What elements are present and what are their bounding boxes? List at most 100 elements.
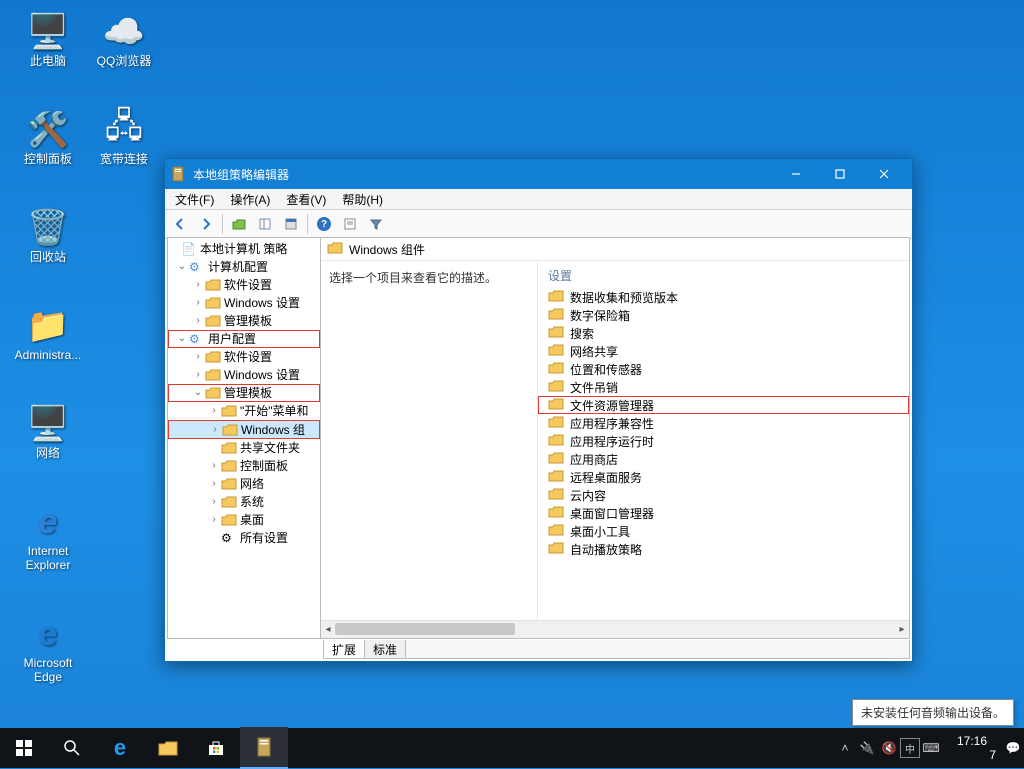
- folder-icon: [548, 470, 564, 484]
- back-button[interactable]: [168, 212, 192, 236]
- tray-ime-icon[interactable]: 中: [900, 738, 920, 758]
- list-item[interactable]: 云内容: [538, 486, 909, 504]
- tree-computer-config[interactable]: ⌄⚙计算机配置: [168, 258, 320, 276]
- list-item[interactable]: 应用商店: [538, 450, 909, 468]
- chevron-right-icon[interactable]: ›: [209, 421, 221, 439]
- settings-list[interactable]: 设置 数据收集和预览版本数字保险箱搜索网络共享位置和传感器文件吊销文件资源管理器…: [538, 261, 909, 620]
- menu-file[interactable]: 文件(F): [167, 189, 222, 209]
- list-item[interactable]: 文件资源管理器: [538, 396, 909, 414]
- chevron-right-icon[interactable]: ›: [208, 457, 220, 475]
- tree-system[interactable]: ›系统: [168, 493, 320, 511]
- column-header-settings[interactable]: 设置: [538, 265, 909, 288]
- tab-extended[interactable]: 扩展: [324, 640, 365, 658]
- label: 此电脑: [12, 54, 84, 68]
- list-item[interactable]: 桌面小工具: [538, 522, 909, 540]
- chevron-right-icon[interactable]: ›: [208, 402, 220, 420]
- tree-shared-folders[interactable]: 共享文件夹: [168, 439, 320, 457]
- tray-notifications-icon[interactable]: 💬: [1002, 728, 1024, 768]
- tree-cc-windows[interactable]: ›Windows 设置: [168, 294, 320, 312]
- tree-control-panel[interactable]: ›控制面板: [168, 457, 320, 475]
- tray-clock[interactable]: 17:16 7: [942, 734, 1002, 762]
- desktop-icon-broadband[interactable]: 🖧 宽带连接: [88, 106, 160, 166]
- tree-root[interactable]: 📄本地计算机 策略: [168, 240, 320, 258]
- tree-uc-windows[interactable]: ›Windows 设置: [168, 366, 320, 384]
- chevron-down-icon[interactable]: ⌄: [192, 384, 204, 402]
- tree-cc-admin[interactable]: ›管理模板: [168, 312, 320, 330]
- tray-chevron-up-icon[interactable]: ˄: [834, 728, 856, 768]
- filter-list-button[interactable]: [338, 212, 362, 236]
- list-item[interactable]: 桌面窗口管理器: [538, 504, 909, 522]
- taskbar-edge[interactable]: e: [96, 728, 144, 768]
- tree-all-settings[interactable]: ⚙所有设置: [168, 529, 320, 547]
- chevron-right-icon[interactable]: ›: [192, 276, 204, 294]
- list-item[interactable]: 应用程序兼容性: [538, 414, 909, 432]
- tray-volume-muted-icon[interactable]: 🔇: [878, 728, 900, 768]
- show-hide-tree-button[interactable]: [253, 212, 277, 236]
- desktop-icon-control-panel[interactable]: 🛠️ 控制面板: [12, 106, 84, 166]
- tab-standard[interactable]: 标准: [365, 640, 406, 658]
- desktop[interactable]: 🖥️ 此电脑 ☁️ QQ浏览器 🛠️ 控制面板 🖧 宽带连接 🗑️ 回收站 📁 …: [0, 0, 1024, 768]
- menu-view[interactable]: 查看(V): [278, 189, 334, 209]
- list-item[interactable]: 网络共享: [538, 342, 909, 360]
- desktop-icon-administrator[interactable]: 📁 Administra...: [12, 302, 84, 362]
- desktop-icon-network[interactable]: 🖥️ 网络: [12, 400, 84, 460]
- chevron-right-icon[interactable]: ›: [192, 312, 204, 330]
- list-item[interactable]: 远程桌面服务: [538, 468, 909, 486]
- folder-icon: [548, 434, 564, 448]
- desktop-icon-ie[interactable]: e Internet Explorer: [12, 498, 84, 572]
- properties-button[interactable]: [279, 212, 303, 236]
- chevron-right-icon[interactable]: ›: [208, 475, 220, 493]
- list-item[interactable]: 数字保险箱: [538, 306, 909, 324]
- taskbar-store[interactable]: [192, 728, 240, 768]
- desktop-icon-this-pc[interactable]: 🖥️ 此电脑: [12, 8, 84, 68]
- chevron-right-icon[interactable]: ›: [192, 348, 204, 366]
- tree-cc-software[interactable]: ›软件设置: [168, 276, 320, 294]
- chevron-right-icon[interactable]: ›: [192, 366, 204, 384]
- taskbar-gpedit[interactable]: [240, 727, 288, 769]
- list-item[interactable]: 位置和传感器: [538, 360, 909, 378]
- filter-button[interactable]: [364, 212, 388, 236]
- tree-windows-components[interactable]: ›Windows 组: [168, 420, 320, 439]
- menu-help[interactable]: 帮助(H): [334, 189, 391, 209]
- list-item[interactable]: 自动播放策略: [538, 540, 909, 558]
- scroll-left-arrow[interactable]: ◂: [321, 621, 335, 637]
- tree-start-menu[interactable]: ›"开始"菜单和: [168, 402, 320, 420]
- scroll-right-arrow[interactable]: ▸: [895, 621, 909, 637]
- titlebar[interactable]: 本地组策略编辑器: [165, 159, 912, 189]
- tree-view[interactable]: 📄本地计算机 策略 ⌄⚙计算机配置 ›软件设置 ›Windows 设置 ›管理模…: [168, 238, 321, 638]
- tree-uc-admin[interactable]: ⌄管理模板: [168, 384, 320, 402]
- minimize-button[interactable]: [774, 159, 818, 189]
- chevron-right-icon[interactable]: ›: [208, 493, 220, 511]
- list-item[interactable]: 搜索: [538, 324, 909, 342]
- taskbar[interactable]: e ˄ 🔌 🔇 中 ⌨ 17:16 7 💬: [0, 728, 1024, 768]
- list-item[interactable]: 文件吊销: [538, 378, 909, 396]
- menu-action[interactable]: 操作(A): [222, 189, 278, 209]
- list-item[interactable]: 应用程序运行时: [538, 432, 909, 450]
- desktop-icon-qq-browser[interactable]: ☁️ QQ浏览器: [88, 8, 160, 68]
- desktop-icon-recycle-bin[interactable]: 🗑️ 回收站: [12, 204, 84, 264]
- list-item-label: 应用程序运行时: [570, 433, 654, 450]
- tree-desktop[interactable]: ›桌面: [168, 511, 320, 529]
- tree-network[interactable]: ›网络: [168, 475, 320, 493]
- tree-uc-software[interactable]: ›软件设置: [168, 348, 320, 366]
- search-button[interactable]: [48, 728, 96, 768]
- start-button[interactable]: [0, 728, 48, 768]
- chevron-right-icon[interactable]: ›: [208, 511, 220, 529]
- tree-user-config[interactable]: ⌄⚙用户配置: [168, 330, 320, 348]
- close-button[interactable]: [862, 159, 906, 189]
- chevron-down-icon[interactable]: ⌄: [176, 330, 188, 348]
- list-item-label: 自动播放策略: [570, 541, 642, 558]
- desktop-icon-edge[interactable]: e Microsoft Edge: [12, 610, 84, 684]
- horizontal-scrollbar[interactable]: ◂ ▸: [321, 620, 909, 638]
- scroll-thumb[interactable]: [335, 623, 515, 635]
- tray-power-icon[interactable]: 🔌: [856, 728, 878, 768]
- chevron-down-icon[interactable]: ⌄: [176, 258, 188, 276]
- forward-button[interactable]: [194, 212, 218, 236]
- list-item[interactable]: 数据收集和预览版本: [538, 288, 909, 306]
- maximize-button[interactable]: [818, 159, 862, 189]
- chevron-right-icon[interactable]: ›: [192, 294, 204, 312]
- up-button[interactable]: [227, 212, 251, 236]
- help-button[interactable]: ?: [312, 212, 336, 236]
- tray-keyboard-icon[interactable]: ⌨: [920, 728, 942, 768]
- taskbar-explorer[interactable]: [144, 728, 192, 768]
